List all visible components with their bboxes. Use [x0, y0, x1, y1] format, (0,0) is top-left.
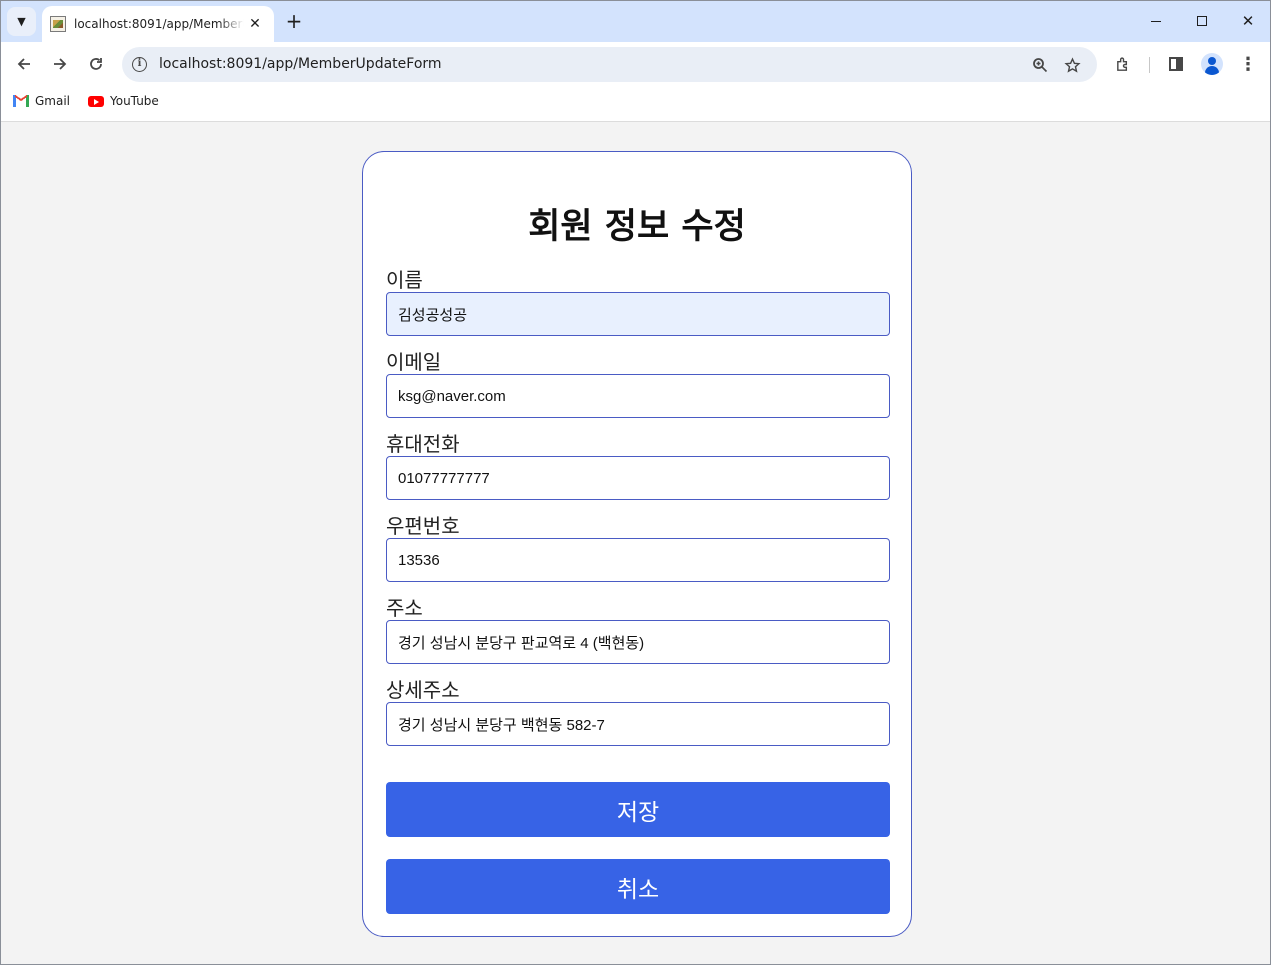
chevron-down-icon: ▼ — [17, 15, 26, 28]
address-label: 주소 — [386, 596, 423, 620]
tab-title: localhost:8091/app/MemberUpdateForm — [74, 17, 244, 31]
email-field-group: 이메일 — [386, 350, 890, 418]
save-button[interactable]: 저장 — [386, 782, 890, 837]
side-panel-button[interactable] — [1163, 51, 1189, 77]
name-label: 이름 — [386, 268, 423, 292]
page-viewport: 회원 정보 수정 이름 이메일 휴대전화 우편번호 주소 — [1, 123, 1270, 964]
phone-label: 휴대전화 — [386, 432, 460, 456]
forward-button[interactable] — [46, 50, 74, 78]
arrow-left-icon — [17, 58, 30, 70]
toolbar-divider — [1149, 57, 1150, 73]
bookmarks-bar: Gmail YouTube — [1, 86, 1270, 122]
maximize-button[interactable] — [1189, 9, 1215, 33]
avatar — [1201, 53, 1223, 75]
more-menu-icon[interactable]: ⋮ — [1235, 51, 1261, 77]
name-input[interactable] — [386, 292, 890, 336]
maximize-icon — [1197, 16, 1207, 26]
bookmark-youtube[interactable]: YouTube — [88, 94, 159, 108]
postcode-field-group: 우편번호 — [386, 514, 890, 582]
address-bar[interactable]: i localhost:8091/app/MemberUpdateForm — [122, 47, 1097, 82]
close-tab-icon[interactable]: ✕ — [246, 16, 264, 32]
phone-field-group: 휴대전화 — [386, 432, 890, 500]
minimize-icon — [1151, 20, 1161, 22]
postcode-input[interactable] — [386, 538, 890, 582]
address-input[interactable] — [386, 620, 890, 664]
browser-window: ▼ localhost:8091/app/MemberUpdateForm ✕ … — [0, 0, 1271, 965]
youtube-icon — [88, 95, 104, 107]
email-input[interactable] — [386, 374, 890, 418]
browser-toolbar: i localhost:8091/app/MemberUpdateForm ⋮ — [1, 42, 1270, 86]
tab-strip: ▼ localhost:8091/app/MemberUpdateForm ✕ … — [1, 1, 1270, 42]
tab-active[interactable]: localhost:8091/app/MemberUpdateForm ✕ — [42, 6, 274, 42]
detail-address-field-group: 상세주소 — [386, 678, 890, 746]
arrow-right-icon — [54, 58, 67, 70]
favicon-icon — [50, 16, 66, 32]
close-icon: ✕ — [1241, 12, 1255, 30]
side-panel-icon — [1169, 57, 1183, 71]
profile-button[interactable] — [1199, 51, 1225, 77]
close-window-button[interactable]: ✕ — [1235, 9, 1261, 33]
minimize-button[interactable] — [1143, 9, 1169, 33]
zoom-icon[interactable] — [1029, 54, 1051, 76]
reload-button[interactable] — [82, 50, 110, 78]
member-update-form: 회원 정보 수정 이름 이메일 휴대전화 우편번호 주소 — [362, 151, 912, 937]
tab-search-button[interactable]: ▼ — [7, 7, 36, 36]
bookmark-label: YouTube — [110, 94, 159, 108]
extensions-icon[interactable] — [1110, 51, 1136, 77]
url-text[interactable]: localhost:8091/app/MemberUpdateForm — [159, 56, 442, 72]
new-tab-button[interactable]: + — [282, 10, 306, 34]
email-label: 이메일 — [386, 350, 442, 374]
cancel-button[interactable]: 취소 — [386, 859, 890, 914]
address-field-group: 주소 — [386, 596, 890, 664]
bookmark-gmail[interactable]: Gmail — [13, 94, 70, 108]
detail-address-label: 상세주소 — [386, 678, 460, 702]
page-title: 회원 정보 수정 — [528, 207, 746, 247]
gmail-icon — [13, 95, 29, 107]
reload-icon — [90, 58, 102, 70]
detail-address-input[interactable] — [386, 702, 890, 746]
bookmark-label: Gmail — [35, 94, 71, 108]
name-field-group: 이름 — [386, 268, 890, 336]
phone-input[interactable] — [386, 456, 890, 500]
postcode-label: 우편번호 — [386, 514, 460, 538]
back-button[interactable] — [10, 50, 38, 78]
info-icon[interactable]: i — [132, 57, 147, 72]
bookmark-star-icon[interactable] — [1061, 54, 1083, 76]
